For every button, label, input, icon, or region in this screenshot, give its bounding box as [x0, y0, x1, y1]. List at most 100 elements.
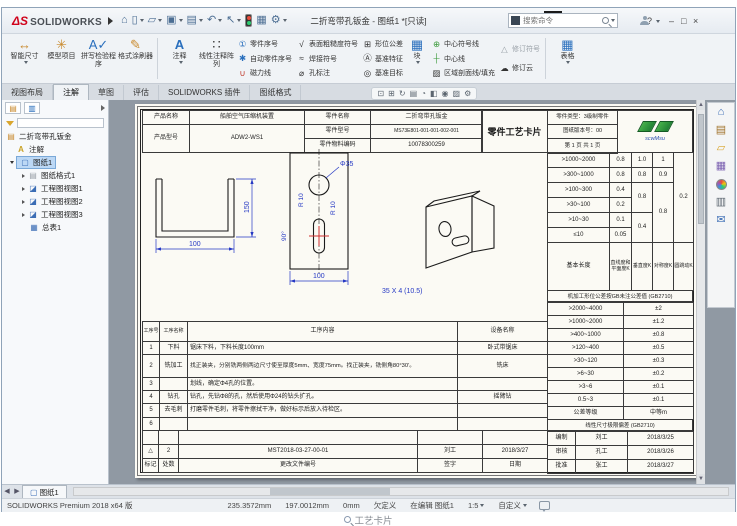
collapsed-arrow-icon[interactable] [22, 187, 25, 191]
tree-item-annotations[interactable]: A 注解 [2, 143, 108, 156]
chevron-down-icon[interactable] [523, 504, 527, 507]
tab-sketch[interactable]: 草图 [89, 85, 124, 100]
property-tab-icon[interactable]: ▥ [24, 102, 40, 114]
command-search[interactable] [508, 13, 618, 28]
chevron-down-icon[interactable] [480, 504, 484, 507]
surface-finish-button[interactable]: √表面粗糙度符号 [296, 38, 358, 51]
forum-icon[interactable]: ✉ [716, 215, 725, 226]
vertical-scrollbar[interactable]: ▲ ▼ [696, 100, 705, 484]
search-input[interactable] [523, 16, 602, 25]
resources-icon[interactable]: ⌂ [718, 107, 725, 118]
linear-note-pattern-button[interactable]: ∷ 线性注释阵列 [198, 36, 235, 81]
open-button[interactable]: ▱ [146, 12, 164, 30]
collapsed-arrow-icon[interactable] [22, 174, 25, 178]
view-annotations[interactable]: Φ35 R 10 R 10 90° 35 X 4 (10.5) [280, 161, 422, 295]
centerline-button[interactable]: ┼中心线 [431, 52, 495, 65]
model-items-button[interactable]: ✳ 模型项目 [43, 36, 80, 81]
home-button[interactable]: ⌂ [119, 12, 130, 30]
scroll-down-icon[interactable]: ▼ [697, 474, 705, 484]
scrollbar-thumb[interactable] [698, 114, 704, 224]
tree-root-item[interactable]: ▤ 二折弯带孔钣金 [2, 130, 108, 143]
tables-button[interactable]: ▦ 表格 [549, 36, 586, 81]
scrollbar-thumb[interactable] [270, 488, 390, 495]
expanded-arrow-icon[interactable] [10, 161, 14, 164]
linear-tolerance-table[interactable]: >2000~4000±2 >1000~2000±1.2 >400~1000±0.… [547, 302, 694, 420]
select-button[interactable]: ↖ [224, 12, 243, 30]
filter-funnel-icon[interactable] [6, 121, 14, 126]
tab-view-layout[interactable]: 视图布局 [2, 85, 53, 100]
sheet-tab-sheet1[interactable]: ▢ 图纸1 [22, 485, 67, 498]
note-button[interactable]: A 注释 [161, 36, 198, 81]
file-explorer-icon[interactable]: ▱ [717, 143, 725, 154]
design-library-icon[interactable]: ▤ [716, 125, 726, 136]
block-button[interactable]: ▦ 块 [405, 36, 429, 81]
tree-item-sheet-format1[interactable]: ▤ 图纸格式1 [2, 169, 108, 182]
tab-sheet-format[interactable]: 图纸格式 [250, 85, 301, 100]
previous-view-icon[interactable]: ↻ [399, 90, 406, 98]
tree-item-sheet1[interactable]: ▢ 图纸1 [2, 156, 108, 169]
part-header-table[interactable]: 产品名称 船舶空气压缩机装置 零件名称 二折弯带孔钣金 产品型号 ADW2-WS… [142, 110, 483, 153]
sheet-scale[interactable]: 1:5 [468, 501, 478, 510]
units-selector[interactable]: 自定义 [498, 500, 521, 511]
weld-symbol-button[interactable]: ≈焊接符号 [296, 52, 358, 65]
geometric-tolerance-table[interactable]: >1000~20000.8 1.01 0.2 >300~10000.8 0.80… [547, 152, 694, 291]
dimension-height[interactable]: 150 [236, 179, 256, 237]
custom-properties-icon[interactable]: ▥ [716, 197, 726, 208]
display-style-icon[interactable]: ◧ [430, 90, 438, 98]
dimension-left-width[interactable]: 100 [156, 239, 234, 253]
scroll-up-icon[interactable]: ▲ [697, 100, 705, 110]
next-sheet-icon[interactable]: ▶ [12, 485, 22, 498]
datum-feature-button[interactable]: Ⓐ基准特征 [362, 52, 403, 65]
revision-cloud-button[interactable]: ☁修订云 [499, 62, 540, 75]
undo-button[interactable]: ↶ [205, 12, 224, 30]
sheet-info-table[interactable]: 零件类型：3级制零件 图纸版本号：00 第 1 页 共 1 页 [547, 110, 618, 154]
tab-annotation[interactable]: 注解 [53, 84, 89, 100]
save-button[interactable]: ▣ [164, 12, 184, 30]
new-document-button[interactable]: ▯ [130, 12, 146, 30]
tree-filter-input[interactable] [17, 118, 104, 128]
view-orientation-icon[interactable]: ◔ [421, 90, 426, 98]
spell-checker-button[interactable]: A✓ 拼写检验程序 [80, 36, 117, 81]
help-button[interactable]: ? [642, 13, 657, 29]
process-table[interactable]: 工序号 工序名称 工序内容 设备名称 1下料 锯床下料，下料长度100mm卧式带… [142, 321, 548, 431]
close-button[interactable]: × [688, 13, 703, 29]
tab-evaluate[interactable]: 评估 [124, 85, 159, 100]
view-settings-icon[interactable]: ⚙ [464, 90, 471, 98]
datum-target-button[interactable]: ◎基准目标 [362, 67, 403, 80]
rebuild-button[interactable] [243, 12, 254, 30]
prev-sheet-icon[interactable]: ◀ [2, 485, 12, 498]
center-mark-button[interactable]: ⊕中心符号线 [431, 38, 495, 51]
panel-expand-icon[interactable] [101, 105, 105, 111]
chevron-down-icon[interactable] [611, 19, 615, 22]
isometric-view[interactable] [426, 191, 494, 268]
horizontal-scrollbar[interactable] [73, 487, 729, 496]
format-painter-button[interactable]: ✎ 格式涂刷器 [117, 36, 154, 81]
dimension-mid-width[interactable]: 100 [290, 271, 348, 285]
tree-item-view2[interactable]: ◪ 工程图视图2 [2, 195, 108, 208]
magnetic-line-button[interactable]: ∪磁力线 [237, 67, 292, 80]
feature-tree-tab-icon[interactable]: ▤ [5, 102, 21, 114]
section-view-icon[interactable]: ▤ [410, 90, 418, 98]
drawing-sheet[interactable]: 产品名称 船舶空气压缩机装置 零件名称 二折弯带孔钣金 产品型号 ADW2-WS… [135, 104, 699, 478]
smart-dimension-button[interactable]: ↔ 智能尺寸 [6, 36, 43, 81]
quick-tips-icon[interactable] [539, 501, 550, 510]
print-button[interactable]: ▤ [185, 12, 205, 30]
revision-symbol-button[interactable]: △修订符号 [499, 42, 540, 55]
collapsed-arrow-icon[interactable] [22, 213, 25, 217]
hide-show-items-icon[interactable]: ◉ [442, 90, 449, 98]
auto-balloon-button[interactable]: ✱自动零件序号 [237, 52, 292, 65]
options-button[interactable]: ⚙ [269, 12, 289, 30]
chevron-down-icon[interactable] [656, 20, 660, 23]
tree-item-view1[interactable]: ◪ 工程图视图1 [2, 182, 108, 195]
area-hatch-button[interactable]: ▨区域剖面线/填充 [431, 67, 495, 80]
collapsed-arrow-icon[interactable] [22, 200, 25, 204]
tab-solidworks-addins[interactable]: SOLIDWORKS 插件 [159, 85, 250, 100]
appearances-icon[interactable] [716, 179, 727, 190]
revision-table[interactable]: △2 MST2018-03-27-00-01刘工 2018/3/27 标记处数 … [142, 430, 548, 473]
task-pane-button[interactable]: ▦ [254, 12, 268, 30]
front-view[interactable] [156, 179, 234, 237]
zoom-area-icon[interactable]: ⊞ [388, 90, 395, 98]
tree-item-general-table[interactable]: ▦ 总表1 [2, 221, 108, 234]
graphics-area[interactable]: 产品名称 船舶空气压缩机装置 零件名称 二折弯带孔钣金 产品型号 ADW2-WS… [109, 100, 735, 484]
balloon-button[interactable]: ①零件序号 [237, 38, 292, 51]
